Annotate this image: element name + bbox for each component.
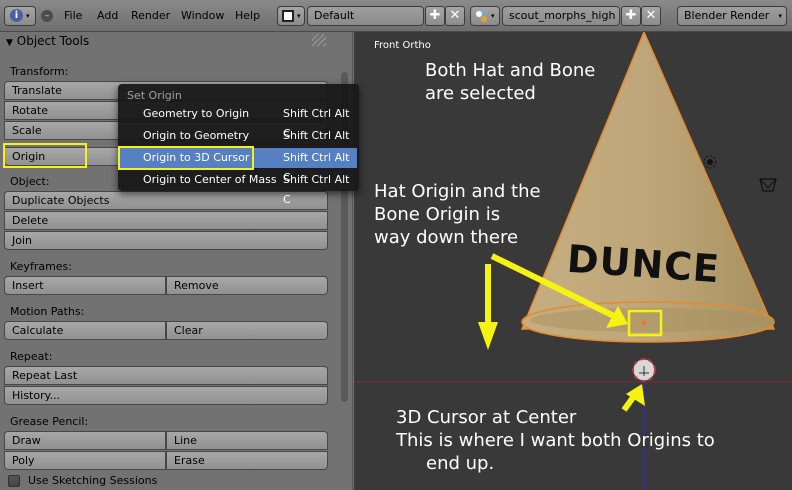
collapse-icon[interactable]: –: [41, 10, 53, 22]
screen-layout-field[interactable]: Default: [307, 6, 424, 26]
scene-type-button[interactable]: ▾: [470, 6, 500, 26]
delete-button[interactable]: Delete: [4, 211, 328, 230]
remove-keyframe-button[interactable]: Remove: [166, 276, 328, 295]
triangle-down-icon: ▾: [297, 12, 301, 20]
menu-item-shortcut: Shift Ctrl Alt C: [283, 173, 350, 206]
plus-icon[interactable]: ✚: [425, 6, 445, 26]
line-button[interactable]: Line: [166, 431, 328, 450]
3d-cursor: [632, 358, 656, 382]
annotation-line: are selected: [425, 83, 536, 104]
sketching-label: Use Sketching Sessions: [28, 474, 158, 487]
menu-render[interactable]: Render: [131, 9, 170, 22]
drag-handle-icon[interactable]: [312, 34, 326, 46]
menu-item-origin-to-geometry[interactable]: Origin to Geometry Shift Ctrl Alt C: [120, 126, 357, 162]
scene-icon: [475, 10, 488, 23]
camera-icon: [759, 178, 777, 192]
object-label: Object:: [10, 175, 50, 188]
origin-highlight: [3, 143, 87, 168]
grease-pencil-label: Grease Pencil:: [10, 415, 89, 428]
top-header: i ▾ – File Add Render Window Help ▾ Defa…: [0, 0, 792, 32]
annotation-line: This is where I want both Origins to: [396, 430, 715, 451]
editor-type-button[interactable]: i ▾: [4, 6, 36, 26]
annotation-origin: Hat Origin and the Bone Origin is way do…: [374, 180, 541, 249]
render-engine-dropdown[interactable]: Blender Render ▾: [677, 6, 787, 26]
menu-window[interactable]: Window: [181, 9, 224, 22]
calculate-button[interactable]: Calculate: [4, 321, 166, 340]
repeat-last-button[interactable]: Repeat Last: [4, 366, 328, 385]
repeat-label: Repeat:: [10, 350, 53, 363]
transform-label: Transform:: [10, 65, 69, 78]
menu-item-origin-to-center-of-mass[interactable]: Origin to Center of Mass Shift Ctrl Alt …: [120, 170, 357, 206]
lamp-icon: [703, 155, 717, 169]
triangle-down-icon: ▾: [778, 12, 782, 20]
close-icon[interactable]: ✕: [641, 6, 661, 26]
annotation-line: 3D Cursor at Center: [396, 407, 577, 428]
scene-field[interactable]: scout_morphs_high: [502, 6, 620, 26]
menu-item-geometry-to-origin[interactable]: Geometry to Origin Shift Ctrl Alt C: [120, 104, 357, 140]
screen-layout-type-button[interactable]: ▾: [277, 6, 305, 26]
menu-highlight: [118, 146, 254, 170]
menu-add[interactable]: Add: [97, 9, 118, 22]
annotation-line: Bone Origin is: [374, 204, 501, 225]
duplicate-objects-button[interactable]: Duplicate Objects: [4, 191, 328, 210]
triangle-down-icon: ▼: [6, 38, 13, 48]
close-icon[interactable]: ✕: [445, 6, 465, 26]
menu-item-label: Origin to Geometry: [143, 129, 250, 142]
history-button[interactable]: History...: [4, 386, 328, 405]
panel-header[interactable]: ▼ Object Tools: [6, 34, 89, 48]
keyframes-label: Keyframes:: [10, 260, 72, 273]
menu-item-label: Geometry to Origin: [143, 107, 250, 120]
menu-file[interactable]: File: [64, 9, 82, 22]
annotation-selected: Both Hat and Bone are selected: [425, 59, 595, 105]
triangle-down-icon: ▾: [491, 12, 495, 20]
join-button[interactable]: Join: [4, 231, 328, 250]
clear-button[interactable]: Clear: [166, 321, 328, 340]
panel-title: Object Tools: [16, 34, 90, 48]
info-icon: i: [10, 9, 23, 22]
plus-icon[interactable]: ✚: [621, 6, 641, 26]
layout-icon: [282, 10, 294, 22]
3d-viewport[interactable]: Front Ortho DUNCE Both Hat and Bone are …: [354, 32, 792, 490]
checkbox-icon[interactable]: [8, 475, 20, 487]
set-origin-menu: Set Origin Geometry to Origin Shift Ctrl…: [118, 84, 359, 206]
motion-paths-label: Motion Paths:: [10, 305, 85, 318]
insert-keyframe-button[interactable]: Insert: [4, 276, 166, 295]
menu-title: Set Origin: [127, 89, 182, 102]
triangle-down-icon: ▾: [26, 12, 30, 20]
annotation-line: Hat Origin and the: [374, 181, 541, 202]
annotation-line: end up.: [426, 453, 495, 474]
draw-button[interactable]: Draw: [4, 431, 166, 450]
menu-help[interactable]: Help: [235, 9, 260, 22]
origin-dot: [641, 320, 647, 326]
annotation-cursor: 3D Cursor at Center This is where I want…: [396, 406, 715, 475]
annotation-line: Both Hat and Bone: [425, 60, 596, 81]
erase-button[interactable]: Erase: [166, 451, 328, 470]
render-engine-label: Blender Render: [684, 9, 770, 22]
poly-button[interactable]: Poly: [4, 451, 166, 470]
menu-item-label: Origin to Center of Mass: [143, 173, 277, 186]
annotation-line: way down there: [374, 227, 519, 248]
